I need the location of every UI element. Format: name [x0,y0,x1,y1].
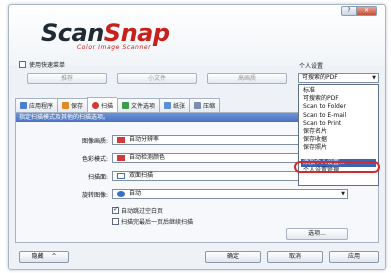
tab-application[interactable]: 应用程序 [15,98,58,112]
profile-option[interactable]: Scan to Folder [301,103,376,111]
tab-file-option[interactable]: 文件选项 [117,98,160,112]
image-quality-icon [117,137,125,143]
tab-paper[interactable]: 纸张 [159,98,190,112]
tab-save[interactable]: 保存 [57,98,88,112]
tab-compress-label: 压缩 [203,103,216,110]
application-icon [20,102,27,109]
chevron-down-icon: ▼ [372,75,376,81]
color-mode-value: 自动检测颜色 [129,154,166,161]
rotation-label: 旋转图像: [81,192,108,199]
logo-scan-text: Scan [41,19,104,47]
profile-option[interactable]: 保存照片 [301,144,376,152]
save-icon [62,102,70,109]
help-button[interactable]: ? [341,6,357,16]
tab-save-label: 保存 [71,103,84,110]
profile-option[interactable]: 标准 [301,87,376,95]
scanning-side-value: 双面扫描 [129,172,154,179]
compress-icon [194,102,202,109]
scansnap-settings-window: ? ✕ ScanSnap Color Image Scanner 使用快速菜单 … [8,4,386,270]
settings-tabs: 应用程序 保存 扫描 文件选项 纸张 压缩 [15,97,221,112]
image-quality-value: 自动分辨率 [129,136,160,143]
color-mode-label: 色彩模式: [81,156,108,163]
quick-menu-row: 使用快速菜单 [19,60,65,69]
profile-select[interactable]: 可搜索的PDF ▼ [298,73,379,83]
scanning-side-icon [117,173,125,179]
rotation-value: 自动 [129,190,142,197]
continue-scan-checkbox[interactable] [112,218,119,225]
file-option-icon [122,102,130,109]
tab-paper-label: 纸张 [173,103,186,110]
profile-label: 个人设置 [299,63,324,70]
profile-option[interactable]: Scan to Print [301,120,376,128]
paper-icon [164,102,172,109]
apply-button[interactable]: 应用 [329,251,379,263]
preset-standard-button[interactable]: 推荐 [27,73,107,84]
profile-option[interactable]: Scan to E-mail [301,112,376,120]
hide-button[interactable]: 隐藏 ^ [19,251,69,263]
continue-scan-label: 扫描完最后一页后继续扫描 [121,219,194,226]
highlight-annotation [294,161,380,173]
profile-option[interactable]: 保存名片 [301,128,376,136]
scansnap-logo: ScanSnap Color Image Scanner [41,19,170,51]
tab-compress[interactable]: 压缩 [189,98,221,112]
rotation-select[interactable]: 自动 ▼ [112,189,348,199]
blank-page-checkbox[interactable] [112,205,119,214]
logo-snap-text: Snap [103,19,170,47]
preset-small-file-button[interactable]: 小文件 [117,73,197,84]
quick-menu-label: 使用快速菜单 [29,62,66,69]
quick-menu-checkbox[interactable] [19,61,26,68]
continue-scan-row: 扫描完最后一页后继续扫描 [112,217,193,226]
options-button[interactable]: 选项... [286,228,348,240]
hide-button-label: 隐藏 [31,253,44,260]
image-quality-label: 图像画质: [81,138,108,145]
window-caption-buttons: ? ✕ [341,6,377,16]
color-mode-icon [117,155,125,161]
tab-scan-label: 扫描 [101,102,114,110]
scan-icon [92,101,100,109]
rotation-icon [117,191,125,197]
profile-option[interactable]: 可搜索的PDF [301,95,376,103]
tab-scan[interactable]: 扫描 [87,97,118,112]
blank-page-row: 自动跳过空白页 [112,205,164,215]
cancel-button[interactable]: 取消 [267,251,323,263]
ok-button[interactable]: 确定 [205,251,261,263]
profile-select-value: 可搜索的PDF [302,74,338,81]
close-button[interactable]: ✕ [357,6,377,16]
tab-application-label: 应用程序 [29,103,54,110]
blank-page-label: 自动跳过空白页 [121,208,164,215]
chevron-up-icon: ^ [51,253,57,260]
scanning-side-label: 扫描面: [87,174,108,181]
preset-high-quality-button[interactable]: 高画质 [207,73,287,84]
chevron-down-icon: ▼ [341,191,345,197]
tab-file-option-label: 文件选项 [131,103,156,110]
